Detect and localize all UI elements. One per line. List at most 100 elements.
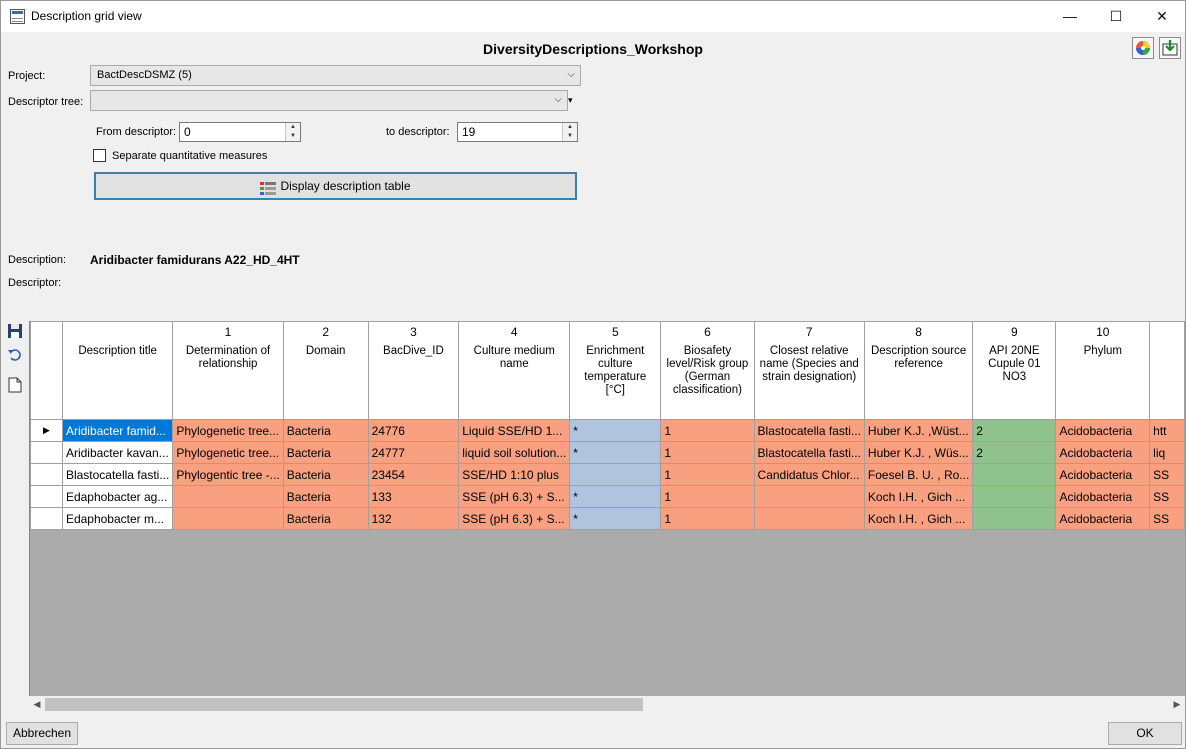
table-cell[interactable]: [172, 507, 284, 530]
table-cell[interactable]: Acidobacteria: [1055, 441, 1151, 464]
horizontal-scrollbar[interactable]: ◀ ▶: [29, 696, 1185, 713]
table-cell[interactable]: SSE/HD 1:10 plus: [458, 463, 571, 486]
table-cell[interactable]: Koch I.H. , Gich ...: [863, 507, 974, 530]
table-cell[interactable]: Blastocatella fasti...: [753, 441, 865, 464]
table-cell[interactable]: *: [569, 507, 662, 530]
column-header[interactable]: 10 Phylum: [1055, 321, 1151, 420]
table-cell[interactable]: [972, 463, 1057, 486]
table-cell[interactable]: Huber K.J. ,Wüst...: [863, 419, 974, 442]
table-cell[interactable]: Acidobacteria: [1055, 419, 1151, 442]
table-cell[interactable]: *: [569, 485, 662, 508]
spin-up-icon[interactable]: ▲: [563, 123, 577, 132]
column-header[interactable]: 3 BacDive_ID: [367, 321, 460, 420]
table-cell[interactable]: Bacteria: [282, 419, 369, 442]
table-cell[interactable]: 1: [660, 485, 755, 508]
cancel-button[interactable]: Abbrechen: [6, 722, 78, 745]
table-cell[interactable]: Huber K.J. , Wüs...: [863, 441, 974, 464]
table-cell[interactable]: 1: [660, 419, 755, 442]
description-title-cell[interactable]: Edaphobacter ag...: [61, 485, 174, 508]
table-cell[interactable]: 1: [660, 441, 755, 464]
table-cell[interactable]: SS: [1149, 507, 1185, 530]
table-cell[interactable]: 1: [660, 463, 755, 486]
table-cell[interactable]: *: [569, 419, 662, 442]
display-description-table-button[interactable]: Display description table: [94, 172, 577, 200]
table-cell[interactable]: 2: [972, 419, 1057, 442]
to-descriptor-stepper[interactable]: 19 ▲ ▼: [457, 122, 578, 142]
scrollbar-thumb[interactable]: [45, 698, 643, 711]
row-header[interactable]: ▶: [30, 419, 63, 442]
table-cell[interactable]: [569, 463, 662, 486]
row-header[interactable]: [30, 485, 63, 508]
table-cell[interactable]: Phylogenetic tree...: [172, 441, 284, 464]
table-cell[interactable]: Candidatus Chlor...: [753, 463, 865, 486]
table-row[interactable]: Blastocatella fasti... Phylogentic tree -…: [30, 463, 1185, 486]
table-cell[interactable]: liq: [1149, 441, 1185, 464]
description-title-cell[interactable]: Edaphobacter m...: [61, 507, 174, 530]
table-cell[interactable]: SSE (pH 6.3) + S...: [458, 485, 571, 508]
table-row[interactable]: Edaphobacter m... Bacteria 132 SSE (pH 6.3)…: [30, 507, 1185, 530]
column-header[interactable]: [1149, 321, 1185, 420]
table-cell[interactable]: Acidobacteria: [1055, 485, 1151, 508]
table-cell[interactable]: SS: [1149, 463, 1185, 486]
project-select[interactable]: BactDescDSMZ (5) ⌵: [90, 65, 581, 86]
table-cell[interactable]: 24777: [367, 441, 460, 464]
table-cell[interactable]: Phylogentic tree -...: [172, 463, 284, 486]
column-header[interactable]: 6 Biosafety level/Risk group (German clas…: [660, 321, 755, 420]
separate-measures-checkbox[interactable]: [93, 149, 106, 162]
ok-button[interactable]: OK: [1108, 722, 1182, 745]
table-cell[interactable]: Acidobacteria: [1055, 463, 1151, 486]
table-cell[interactable]: Bacteria: [282, 463, 369, 486]
table-row[interactable]: Aridibacter kavan... Phylogenetic tree...…: [30, 441, 1185, 464]
undo-icon[interactable]: [7, 347, 23, 363]
color-wheel-icon[interactable]: [1132, 37, 1154, 59]
table-cell[interactable]: Acidobacteria: [1055, 507, 1151, 530]
column-header[interactable]: 7 Closest relative name (Species and stra…: [753, 321, 865, 420]
table-cell[interactable]: 24776: [367, 419, 460, 442]
scroll-right-icon[interactable]: ▶: [1169, 696, 1185, 713]
scroll-left-icon[interactable]: ◀: [29, 696, 45, 713]
table-cell[interactable]: 132: [367, 507, 460, 530]
dropdown-menu-icon[interactable]: ▾: [568, 95, 573, 106]
table-cell[interactable]: Bacteria: [282, 441, 369, 464]
table-cell[interactable]: 2: [972, 441, 1057, 464]
row-header[interactable]: [30, 507, 63, 530]
from-descriptor-stepper[interactable]: 0 ▲ ▼: [179, 122, 301, 142]
table-cell[interactable]: [172, 485, 284, 508]
table-cell[interactable]: liquid soil solution...: [458, 441, 571, 464]
descriptor-tree-select[interactable]: ⌵: [90, 90, 568, 111]
table-cell[interactable]: SSE (pH 6.3) + S...: [458, 507, 571, 530]
table-cell[interactable]: Bacteria: [282, 507, 369, 530]
column-header[interactable]: 1 Determination of relationship: [172, 321, 284, 420]
table-cell[interactable]: 23454: [367, 463, 460, 486]
close-button[interactable]: ✕: [1139, 1, 1185, 32]
table-cell[interactable]: Blastocatella fasti...: [753, 419, 865, 442]
table-cell[interactable]: *: [569, 441, 662, 464]
description-title-cell[interactable]: Aridibacter famid...: [61, 419, 174, 442]
description-title-cell[interactable]: Blastocatella fasti...: [61, 463, 174, 486]
table-cell[interactable]: SS: [1149, 485, 1185, 508]
table-cell[interactable]: [753, 485, 865, 508]
table-cell[interactable]: Koch I.H. , Gich ...: [863, 485, 974, 508]
row-header[interactable]: [30, 441, 63, 464]
row-header[interactable]: [30, 463, 63, 486]
table-cell[interactable]: 1: [660, 507, 755, 530]
table-cell[interactable]: htt: [1149, 419, 1185, 442]
column-header[interactable]: 9 API 20NE Cupule 01 NO3: [972, 321, 1057, 420]
column-header[interactable]: 5 Enrichment culture temperature [°C]: [569, 321, 662, 420]
table-cell[interactable]: [972, 507, 1057, 530]
table-cell[interactable]: Bacteria: [282, 485, 369, 508]
table-cell[interactable]: Phylogenetic tree...: [172, 419, 284, 442]
column-header[interactable]: 4 Culture medium name: [458, 321, 571, 420]
new-document-icon[interactable]: [8, 377, 22, 393]
minimize-button[interactable]: —: [1047, 1, 1093, 32]
export-icon[interactable]: [1159, 37, 1181, 59]
table-cell[interactable]: [753, 507, 865, 530]
table-cell[interactable]: 133: [367, 485, 460, 508]
table-cell[interactable]: Foesel B. U. , Ro...: [863, 463, 974, 486]
maximize-button[interactable]: ☐: [1093, 1, 1139, 32]
column-header[interactable]: 2 Domain: [282, 321, 369, 420]
description-title-cell[interactable]: Aridibacter kavan...: [61, 441, 174, 464]
spin-up-icon[interactable]: ▲: [286, 123, 300, 132]
table-cell[interactable]: [972, 485, 1057, 508]
spin-down-icon[interactable]: ▼: [286, 132, 300, 141]
